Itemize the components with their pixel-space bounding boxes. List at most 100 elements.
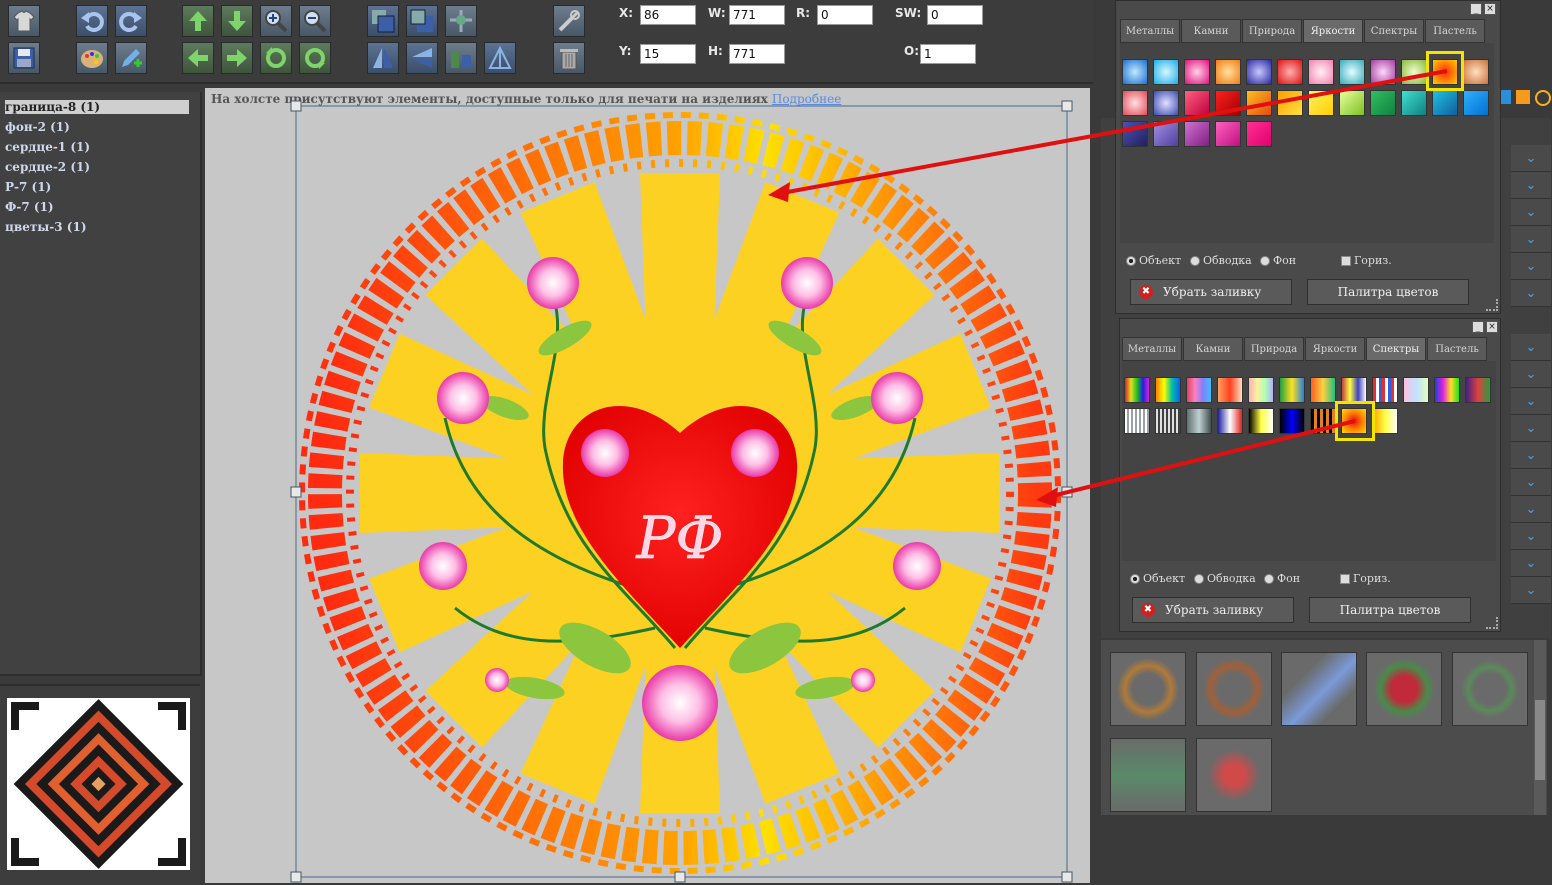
chevron-down-icon[interactable]: ⌄: [1511, 496, 1551, 523]
send-back-icon[interactable]: [406, 5, 438, 37]
chevron-down-icon[interactable]: ⌄: [1511, 388, 1551, 415]
h-input[interactable]: [729, 44, 785, 64]
tab-metals[interactable]: Металлы: [1120, 19, 1180, 43]
gradient-swatch[interactable]: [1248, 377, 1274, 403]
pattern-preview-thumbnail[interactable]: [7, 698, 190, 870]
zoom-out-icon[interactable]: [299, 5, 331, 37]
gradient-swatch[interactable]: [1124, 377, 1150, 403]
gradient-swatch[interactable]: [1370, 59, 1396, 85]
palette-icon[interactable]: [76, 42, 108, 74]
gradient-swatch[interactable]: [1186, 377, 1212, 403]
gradient-swatch[interactable]: [1184, 121, 1210, 147]
move-down-icon[interactable]: [221, 5, 253, 37]
checkbox-horizontal[interactable]: Гориз.: [1341, 254, 1392, 267]
resize-handle[interactable]: [1486, 617, 1498, 629]
gradient-swatch[interactable]: [1277, 90, 1303, 116]
gradient-swatch[interactable]: [1246, 121, 1272, 147]
gradient-swatch[interactable]: [1308, 90, 1334, 116]
radio-object[interactable]: Объект: [1130, 572, 1185, 585]
minimize-icon[interactable]: _: [1472, 321, 1484, 333]
redo-icon[interactable]: [115, 5, 147, 37]
chevron-down-icon[interactable]: ⌄: [1511, 280, 1551, 307]
tshirt-icon[interactable]: [8, 5, 40, 37]
layer-item[interactable]: сердце-2 (1): [5, 160, 90, 174]
gradient-swatch[interactable]: [1339, 59, 1365, 85]
share-mail-icon[interactable]: [1535, 90, 1551, 106]
color-palette-button[interactable]: Палитра цветов: [1309, 597, 1471, 623]
gradient-swatch[interactable]: [1215, 59, 1241, 85]
radio-background[interactable]: Фон: [1260, 254, 1296, 267]
rotate-left-icon[interactable]: [260, 42, 292, 74]
gradient-swatch[interactable]: [1370, 90, 1396, 116]
layer-item[interactable]: фон-2 (1): [5, 120, 70, 134]
tab-stones[interactable]: Камни: [1181, 19, 1241, 43]
clipart-thumbnail[interactable]: [1110, 738, 1186, 812]
x-input[interactable]: [640, 5, 696, 25]
gradient-swatch[interactable]: [1372, 408, 1398, 434]
tab-brightness[interactable]: Яркости: [1305, 337, 1365, 361]
chevron-down-icon[interactable]: ⌄: [1511, 226, 1551, 253]
chevron-down-icon[interactable]: ⌄: [1511, 199, 1551, 226]
color-palette-button[interactable]: Палитра цветов: [1307, 279, 1469, 305]
tab-nature[interactable]: Природа: [1242, 19, 1302, 43]
radio-background[interactable]: Фон: [1264, 572, 1300, 585]
clipart-thumbnail[interactable]: [1110, 652, 1186, 726]
radio-stroke[interactable]: Обводка: [1190, 254, 1252, 267]
chevron-down-icon[interactable]: ⌄: [1511, 442, 1551, 469]
clipart-thumbnail[interactable]: [1452, 652, 1528, 726]
design-canvas[interactable]: На холсте присутствуют элементы, доступн…: [205, 88, 1090, 883]
gradient-swatch[interactable]: [1277, 59, 1303, 85]
w-input[interactable]: [729, 5, 785, 25]
r-input[interactable]: [817, 5, 873, 25]
gradient-swatch[interactable]: [1186, 408, 1212, 434]
gradient-swatch[interactable]: [1339, 90, 1365, 116]
gradient-swatch[interactable]: [1248, 408, 1274, 434]
opacity-input[interactable]: [920, 44, 976, 64]
gradient-swatch[interactable]: [1122, 121, 1148, 147]
gradient-swatch[interactable]: [1122, 90, 1148, 116]
gradient-swatch[interactable]: [1401, 90, 1427, 116]
edit-add-icon[interactable]: [115, 42, 147, 74]
gradient-swatch[interactable]: [1279, 408, 1305, 434]
layer-item[interactable]: Р-7 (1): [5, 180, 51, 194]
gradient-swatch[interactable]: [1217, 408, 1243, 434]
tab-spectra[interactable]: Спектры: [1366, 337, 1426, 361]
gradient-swatch[interactable]: [1403, 377, 1429, 403]
move-up-icon[interactable]: [182, 5, 214, 37]
chevron-down-icon[interactable]: ⌄: [1511, 253, 1551, 280]
group-icon[interactable]: [445, 5, 477, 37]
remove-fill-button[interactable]: ✖ Убрать заливку: [1130, 279, 1292, 305]
gradient-swatch[interactable]: [1401, 59, 1427, 85]
gradient-swatch[interactable]: [1308, 59, 1334, 85]
flip-vertical-icon[interactable]: [406, 42, 438, 74]
chevron-down-icon[interactable]: ⌄: [1511, 577, 1551, 604]
tab-metals[interactable]: Металлы: [1122, 337, 1182, 361]
gallery-scrollbar[interactable]: [1534, 640, 1546, 815]
gradient-swatch[interactable]: [1463, 90, 1489, 116]
gradient-swatch[interactable]: [1155, 377, 1181, 403]
sw-input[interactable]: [927, 5, 983, 25]
save-icon[interactable]: [8, 42, 40, 74]
move-left-icon[interactable]: [182, 42, 214, 74]
chevron-down-icon[interactable]: ⌄: [1511, 523, 1551, 550]
chevron-down-icon[interactable]: ⌄: [1511, 415, 1551, 442]
close-icon[interactable]: ×: [1486, 321, 1498, 333]
chevron-down-icon[interactable]: ⌄: [1511, 469, 1551, 496]
radio-object[interactable]: Объект: [1126, 254, 1181, 267]
tools-icon[interactable]: [553, 5, 585, 37]
gradient-swatch[interactable]: [1184, 90, 1210, 116]
gradient-swatch[interactable]: [1122, 59, 1148, 85]
chevron-down-icon[interactable]: ⌄: [1511, 145, 1551, 172]
gradient-swatch[interactable]: [1341, 377, 1367, 403]
gradient-swatch[interactable]: [1246, 90, 1272, 116]
clipart-thumbnail[interactable]: [1196, 652, 1272, 726]
gradient-swatch[interactable]: [1310, 377, 1336, 403]
checkbox-horizontal[interactable]: Гориз.: [1340, 572, 1391, 585]
remove-fill-button[interactable]: ✖ Убрать заливку: [1132, 597, 1294, 623]
gradient-swatch[interactable]: [1153, 90, 1179, 116]
y-input[interactable]: [640, 44, 696, 64]
gradient-swatch[interactable]: [1465, 377, 1491, 403]
layer-item[interactable]: граница-8 (1): [5, 100, 189, 114]
gradient-swatch[interactable]: [1124, 408, 1150, 434]
gradient-swatch[interactable]: [1215, 121, 1241, 147]
